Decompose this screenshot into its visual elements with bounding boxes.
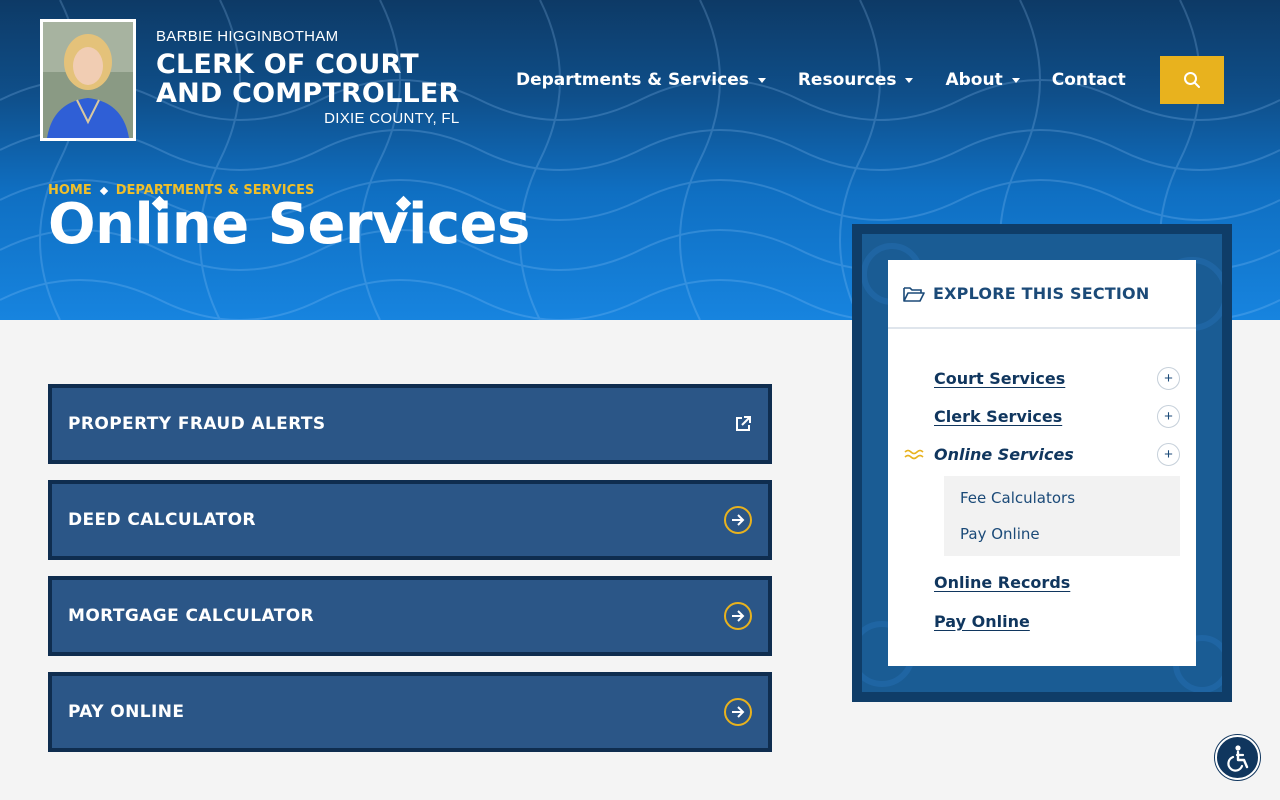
section-nav-link[interactable]: Pay Online xyxy=(934,612,1030,631)
accessibility-button[interactable] xyxy=(1215,735,1260,780)
section-nav-card: EXPLORE THIS SECTION Court Services + Cl… xyxy=(888,260,1196,666)
search-icon xyxy=(1184,72,1200,88)
card-label: PAY ONLINE xyxy=(68,702,185,722)
chevron-down-icon xyxy=(757,77,766,83)
main-nav: Departments & Services Resources About C… xyxy=(516,70,1126,90)
section-nav-list: Court Services + Clerk Services + Online… xyxy=(888,329,1196,640)
card-pay-online[interactable]: PAY ONLINE xyxy=(48,672,772,752)
nav-label: Contact xyxy=(1051,70,1126,90)
county-label: DIXIE COUNTY, FL xyxy=(324,110,460,127)
section-nav-link[interactable]: Court Services xyxy=(934,369,1065,388)
office-title-line2: AND COMPTROLLER xyxy=(156,78,460,109)
arrow-right-circle-icon xyxy=(724,506,752,534)
current-page-wave-icon xyxy=(904,449,924,460)
section-nav-sublist: Fee Calculators Pay Online xyxy=(944,476,1180,556)
card-deed-calculator[interactable]: DEED CALCULATOR xyxy=(48,480,772,560)
folder-open-icon xyxy=(903,286,925,302)
nav-label: Departments & Services xyxy=(516,70,749,90)
section-nav-item-online-records: Online Records xyxy=(888,562,1196,602)
nav-contact[interactable]: Contact xyxy=(1052,70,1126,90)
official-portrait xyxy=(40,19,136,141)
card-label: DEED CALCULATOR xyxy=(68,510,256,530)
nav-departments-services[interactable]: Departments & Services xyxy=(516,70,766,90)
site-brand[interactable]: BARBIE HIGGINBOTHAM CLERK OF COURT AND C… xyxy=(156,28,460,127)
page-title: Online Services xyxy=(48,192,530,257)
expand-plus-icon[interactable]: + xyxy=(1157,405,1180,428)
nav-label: About xyxy=(945,70,1003,90)
section-nav-item-pay-online: Pay Online xyxy=(888,602,1196,640)
office-title-line1: CLERK OF COURT xyxy=(156,49,419,80)
nav-label: Resources xyxy=(797,70,897,90)
section-nav-item-clerk-services: Clerk Services + xyxy=(888,397,1196,435)
section-nav-panel: EXPLORE THIS SECTION Court Services + Cl… xyxy=(852,224,1232,702)
section-nav-frame: EXPLORE THIS SECTION Court Services + Cl… xyxy=(862,234,1222,692)
accessibility-icon xyxy=(1226,744,1248,772)
external-link-icon xyxy=(736,416,751,431)
card-property-fraud-alerts[interactable]: PROPERTY FRAUD ALERTS xyxy=(48,384,772,464)
section-nav-title: EXPLORE THIS SECTION xyxy=(933,284,1150,303)
expand-plus-icon[interactable]: + xyxy=(1157,367,1180,390)
sub-item-pay-online[interactable]: Pay Online xyxy=(944,516,1180,552)
nav-resources[interactable]: Resources xyxy=(798,70,914,90)
section-nav-item-court-services: Court Services + xyxy=(888,359,1196,397)
section-nav-link[interactable]: Clerk Services xyxy=(934,407,1062,426)
arrow-right-circle-icon xyxy=(724,602,752,630)
card-label: MORTGAGE CALCULATOR xyxy=(68,606,315,626)
section-nav-item-online-services: Online Services + xyxy=(888,435,1196,473)
card-mortgage-calculator[interactable]: MORTGAGE CALCULATOR xyxy=(48,576,772,656)
nav-about[interactable]: About xyxy=(945,70,1020,90)
service-cards: PROPERTY FRAUD ALERTS DEED CALCULATOR MO… xyxy=(48,384,772,768)
section-nav-link-current[interactable]: Online Services xyxy=(934,445,1074,464)
official-name: BARBIE HIGGINBOTHAM xyxy=(156,28,339,45)
card-label: PROPERTY FRAUD ALERTS xyxy=(68,414,326,434)
sub-item-fee-calculators[interactable]: Fee Calculators xyxy=(944,480,1180,516)
chevron-down-icon xyxy=(1011,77,1020,83)
search-button[interactable] xyxy=(1160,56,1224,104)
arrow-right-circle-icon xyxy=(724,698,752,726)
section-nav-header: EXPLORE THIS SECTION xyxy=(888,260,1196,329)
expand-plus-icon[interactable]: + xyxy=(1157,443,1180,466)
chevron-down-icon xyxy=(905,77,914,83)
section-nav-link[interactable]: Online Records xyxy=(934,573,1070,592)
